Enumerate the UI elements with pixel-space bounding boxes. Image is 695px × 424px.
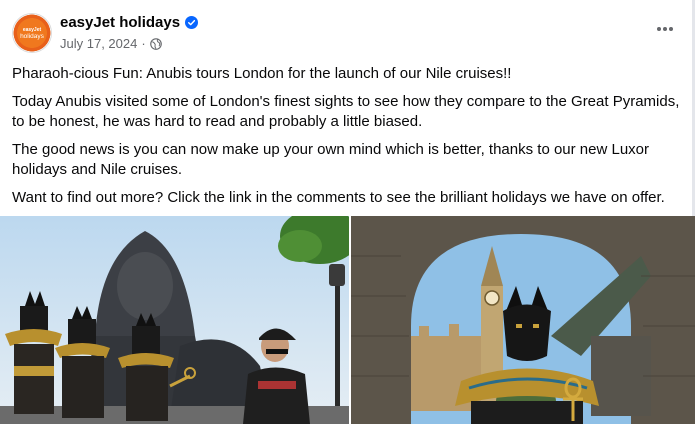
post-paragraph-2: Today Anubis visited some of London's fi… [12,93,680,130]
photo-anubis-big-ben[interactable] [351,216,695,424]
page-name-link[interactable]: easyJet holidays [60,14,180,31]
sphinx-scene-image [0,216,349,424]
page-name-row: easyJet holidays [60,14,199,31]
meta-separator: · [141,36,146,51]
post-meta: July 17, 2024 · [60,36,162,51]
post-date-link[interactable]: July 17, 2024 [60,36,137,51]
facebook-post: easyJet holidays easyJet holidays July 1… [0,0,695,424]
globe-icon[interactable] [149,37,162,50]
post-paragraph-1: Pharaoh-cious Fun: Anubis tours London f… [12,65,512,82]
post-photos [0,216,695,424]
post-paragraph-4: Want to find out more? Click the link in… [12,189,665,206]
page-avatar[interactable]: easyJet holidays [12,13,52,53]
more-dots-icon [657,27,673,31]
big-ben-scene-image [351,216,695,424]
post-message: Pharaoh-cious Fun: Anubis tours London f… [12,64,684,216]
verified-badge-icon [185,16,199,29]
post-header: easyJet holidays easyJet holidays July 1… [12,13,683,57]
avatar-logo-text-bottom: holidays [20,32,44,40]
more-options-icon[interactable] [653,19,677,39]
photo-anubis-sphinx[interactable] [0,216,349,424]
post-paragraph-3: The good news is you can now make up you… [12,141,650,178]
